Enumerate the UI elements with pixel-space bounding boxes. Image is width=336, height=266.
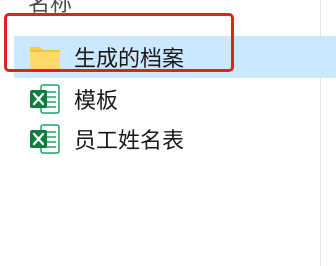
file-row-template[interactable]: 模板 [14, 78, 336, 120]
excel-file-icon [30, 84, 60, 114]
excel-file-icon [30, 124, 60, 154]
file-name: 生成的档案 [74, 47, 185, 72]
file-row-generated-archives[interactable]: 生成的档案 [14, 36, 336, 78]
file-row-employee-name-list[interactable]: 员工姓名表 [14, 118, 336, 160]
name-column-header[interactable]: 名称 [28, 0, 72, 18]
file-name: 员工姓名表 [74, 129, 185, 154]
file-explorer-view: 名称 生成的档案 模板 员工姓名表 [0, 0, 336, 266]
folder-icon [30, 47, 60, 69]
file-name: 模板 [74, 89, 119, 114]
